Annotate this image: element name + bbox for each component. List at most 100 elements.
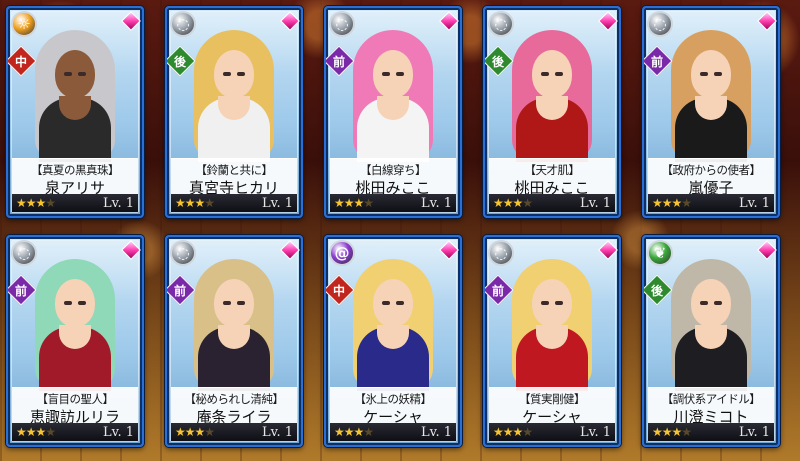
star-icon: ★	[353, 425, 365, 439]
level-label: Lv. 1	[739, 424, 770, 440]
position-label: 前	[491, 283, 504, 298]
position-label: 中	[332, 283, 345, 298]
star-icon: ★	[652, 425, 663, 439]
position-label: 前	[173, 283, 186, 298]
card-subtitle: 【白線穿ち】	[360, 163, 427, 177]
star-icon: ★	[671, 196, 683, 210]
star-icon: ★	[343, 425, 355, 439]
star-icon: ★	[353, 196, 365, 210]
character-card-grid: ☼ 中 【真夏の黒真珠】 泉アリサ ★★★★ Lv. 1 ◌ 後 【鈴蘭と共に】 真宮…	[0, 0, 800, 461]
card-subtitle: 【真夏の黒真珠】	[31, 163, 120, 177]
rarity-stars: ★★★★	[652, 196, 692, 210]
character-card[interactable]: ◌ 前 【白線穿ち】 桃田みここ ★★★★ Lv. 1	[324, 6, 462, 218]
star-icon: ★	[45, 425, 56, 439]
position-label: 前	[332, 54, 345, 69]
star-icon: ★	[204, 196, 215, 210]
position-label: 中	[14, 54, 27, 69]
star-icon: ★	[512, 196, 524, 210]
position-label: 後	[650, 283, 663, 298]
character-card[interactable]: ◌ 後 【天才肌】 桃田みここ ★★★★ Lv. 1	[483, 6, 621, 218]
card-subtitle: 【調伏系アイドル】	[661, 392, 761, 406]
water-icon: ◌	[170, 11, 196, 37]
level-label: Lv. 1	[580, 195, 611, 211]
star-icon: ★	[204, 425, 215, 439]
level-label: Lv. 1	[421, 195, 452, 211]
leaf-icon: ❦	[647, 240, 673, 266]
rarity-stars: ★★★★	[16, 196, 56, 210]
star-icon: ★	[681, 425, 692, 439]
star-icon: ★	[35, 425, 47, 439]
star-icon: ★	[16, 425, 27, 439]
position-label: 前	[14, 283, 27, 298]
level-label: Lv. 1	[262, 424, 293, 440]
character-card[interactable]: ◌ 前 【秘められし清純】 庵条ライラ ★★★★ Lv. 1	[165, 235, 303, 447]
star-icon: ★	[652, 196, 663, 210]
position-label: 後	[173, 54, 186, 69]
water-icon: ◌	[329, 11, 355, 37]
card-subtitle: 【秘められし清純】	[184, 392, 285, 406]
star-icon: ★	[502, 425, 514, 439]
character-card[interactable]: ◌ 前 【政府からの使者】 嵐優子 ★★★★ Lv. 1	[642, 6, 780, 218]
star-icon: ★	[661, 196, 673, 210]
star-icon: ★	[512, 425, 524, 439]
rarity-stars: ★★★★	[334, 425, 374, 439]
character-card[interactable]: ☼ 中 【真夏の黒真珠】 泉アリサ ★★★★ Lv. 1	[6, 6, 144, 218]
level-label: Lv. 1	[262, 195, 293, 211]
rarity-stars: ★★★★	[334, 196, 374, 210]
card-subtitle: 【天才肌】	[524, 163, 581, 177]
level-label: Lv. 1	[580, 424, 611, 440]
rarity-stars: ★★★★	[175, 196, 215, 210]
rarity-stars: ★★★★	[16, 425, 56, 439]
water-icon: ◌	[488, 240, 514, 266]
spiral-icon: @	[329, 240, 355, 266]
star-icon: ★	[522, 425, 533, 439]
star-icon: ★	[16, 196, 27, 210]
star-icon: ★	[493, 425, 504, 439]
star-icon: ★	[184, 196, 196, 210]
star-icon: ★	[334, 196, 345, 210]
star-icon: ★	[175, 425, 186, 439]
star-icon: ★	[25, 425, 37, 439]
character-card[interactable]: @ 中 【氷上の妖精】 ケーシャ ★★★★ Lv. 1	[324, 235, 462, 447]
star-icon: ★	[522, 196, 533, 210]
star-icon: ★	[363, 196, 374, 210]
rarity-stars: ★★★★	[175, 425, 215, 439]
star-icon: ★	[35, 196, 47, 210]
character-card[interactable]: ◌ 前 【盲目の聖人】 恵諏訪ルリラ ★★★★ Lv. 1	[6, 235, 144, 447]
level-label: Lv. 1	[739, 195, 770, 211]
rarity-stars: ★★★★	[652, 425, 692, 439]
character-card[interactable]: ◌ 後 【鈴蘭と共に】 真宮寺ヒカリ ★★★★ Lv. 1	[165, 6, 303, 218]
star-icon: ★	[343, 196, 355, 210]
character-card[interactable]: ◌ 前 【質実剛健】 ケーシャ ★★★★ Lv. 1	[483, 235, 621, 447]
star-icon: ★	[661, 425, 673, 439]
rarity-stars: ★★★★	[493, 425, 533, 439]
star-icon: ★	[194, 196, 206, 210]
star-icon: ★	[175, 196, 186, 210]
water-icon: ◌	[170, 240, 196, 266]
card-subtitle: 【盲目の聖人】	[36, 392, 115, 406]
star-icon: ★	[45, 196, 56, 210]
rarity-stars: ★★★★	[493, 196, 533, 210]
star-icon: ★	[184, 425, 196, 439]
star-icon: ★	[334, 425, 345, 439]
star-icon: ★	[363, 425, 374, 439]
card-subtitle: 【質実剛健】	[519, 392, 586, 406]
star-icon: ★	[502, 196, 514, 210]
star-icon: ★	[671, 425, 683, 439]
position-label: 後	[491, 54, 504, 69]
character-card[interactable]: ❦ 後 【調伏系アイドル】 川澄ミコト ★★★★ Lv. 1	[642, 235, 780, 447]
card-subtitle: 【氷上の妖精】	[354, 392, 433, 406]
star-icon: ★	[194, 425, 206, 439]
card-subtitle: 【政府からの使者】	[661, 163, 762, 177]
water-icon: ◌	[647, 11, 673, 37]
level-label: Lv. 1	[103, 424, 134, 440]
level-label: Lv. 1	[103, 195, 134, 211]
star-icon: ★	[493, 196, 504, 210]
water-icon: ◌	[488, 11, 514, 37]
star-icon: ★	[25, 196, 37, 210]
card-subtitle: 【鈴蘭と共に】	[195, 163, 274, 177]
star-icon: ★	[681, 196, 692, 210]
position-label: 前	[650, 54, 663, 69]
water-icon: ◌	[11, 240, 37, 266]
level-label: Lv. 1	[421, 424, 452, 440]
